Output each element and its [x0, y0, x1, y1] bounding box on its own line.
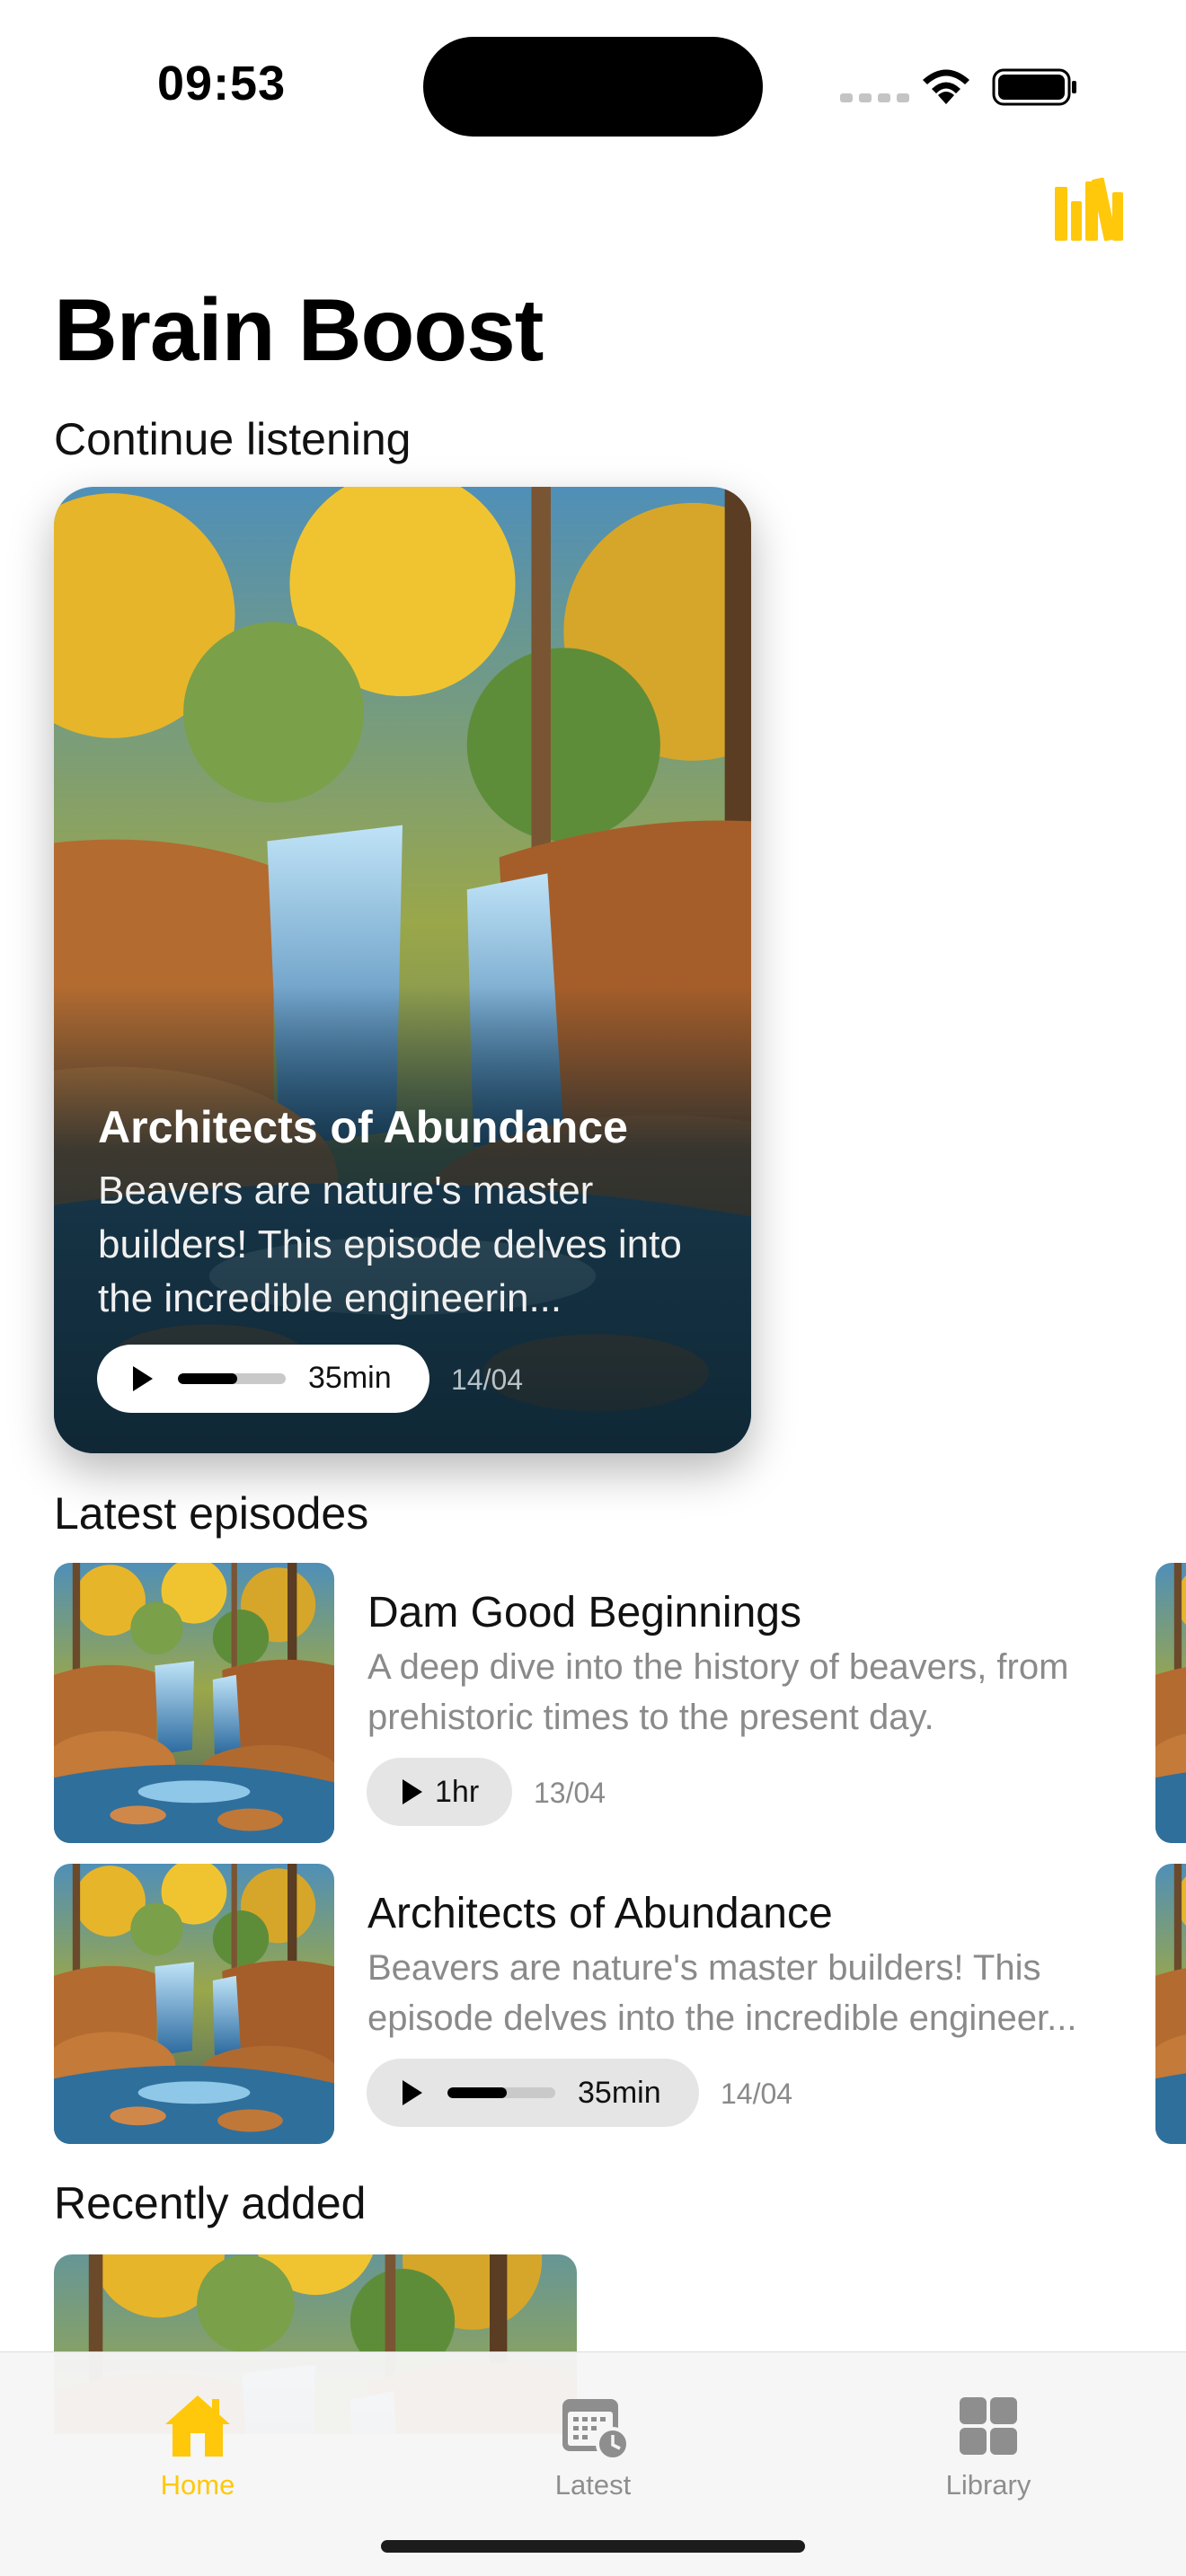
play-button[interactable]: 35min [367, 2059, 699, 2127]
episode-date: 13/04 [534, 1777, 606, 1809]
tab-home[interactable]: Home [90, 2370, 305, 2505]
featured-episode-description: Beavers are nature's master builders! Th… [98, 1169, 682, 1320]
cellular-signal-icon [840, 93, 909, 102]
tab-home-label: Home [160, 2469, 235, 2501]
episode-date: 14/04 [451, 1363, 524, 1396]
tab-library-label: Library [945, 2469, 1031, 2501]
continue-listening-heading: Continue listening [54, 414, 412, 464]
dynamic-island [423, 37, 763, 137]
recently-added-heading: Recently added [54, 2178, 367, 2228]
calendar-clock-icon [562, 2399, 629, 2461]
playback-progress [447, 2087, 555, 2098]
play-icon [403, 2080, 422, 2105]
featured-episode-card[interactable]: Architects of Abundance Beavers are natu… [54, 487, 751, 1453]
page-title: Brain Boost [54, 280, 544, 379]
status-bar: 09:53 [0, 0, 1186, 171]
episode-thumbnail[interactable] [1155, 1563, 1186, 1843]
house-icon [165, 2395, 230, 2457]
tab-library[interactable]: Library [881, 2370, 1096, 2505]
play-button[interactable]: 1hr [367, 1758, 512, 1826]
grid-icon [960, 2397, 1017, 2455]
latest-episodes-heading: Latest episodes [54, 1488, 369, 1539]
duration-label: 1hr [435, 1775, 480, 1809]
list-item[interactable]: Dam Good Beginnings A deep dive into the… [54, 1563, 1186, 1843]
episode-title: Dam Good Beginnings [367, 1589, 801, 1636]
episode-description: A deep dive into the history of beavers,… [367, 1647, 1069, 1737]
duration-label: 35min [308, 1361, 392, 1395]
tab-latest[interactable]: Latest [485, 2370, 701, 2505]
play-icon [133, 1366, 153, 1391]
episode-title: Architects of Abundance [367, 1890, 833, 1937]
episode-thumbnail [54, 1864, 334, 2144]
featured-episode-title: Architects of Abundance [98, 1102, 628, 1152]
featured-play-button[interactable]: 35min [97, 1345, 429, 1413]
playback-progress [178, 1373, 286, 1384]
home-indicator [381, 2540, 805, 2553]
list-item[interactable]: Architects of Abundance Beavers are natu… [54, 1864, 1186, 2144]
episode-date: 14/04 [721, 2078, 793, 2110]
tab-latest-label: Latest [554, 2469, 632, 2501]
episode-thumbnail [54, 1563, 334, 1843]
duration-label: 35min [578, 2076, 661, 2110]
episode-thumbnail[interactable] [1155, 1864, 1186, 2144]
episode-description: Beavers are nature's master builders! Th… [367, 1948, 1077, 2038]
status-time: 09:53 [157, 57, 287, 110]
wifi-icon [923, 69, 969, 104]
battery-icon [992, 68, 1076, 106]
play-icon [403, 1779, 422, 1804]
bookshelf-icon[interactable] [1053, 174, 1125, 243]
